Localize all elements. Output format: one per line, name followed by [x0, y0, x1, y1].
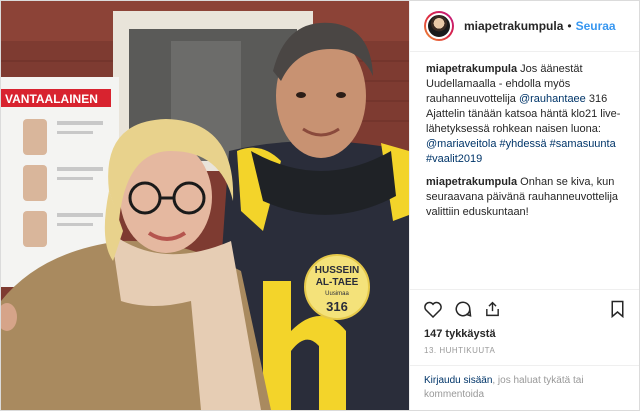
- badge-number: 316: [326, 299, 348, 314]
- likes-count[interactable]: 147 tykkäystä: [424, 328, 625, 340]
- post-sidebar: miapetrakumpula • Seuraa miapetrakumpula…: [409, 1, 639, 410]
- mention-link-1[interactable]: @rauhantaee: [519, 93, 586, 105]
- login-link[interactable]: Kirjaudu sisään: [424, 375, 492, 386]
- badge-name-line2: AL-TAEE: [316, 277, 359, 288]
- share-icon[interactable]: [484, 300, 501, 318]
- comment-item: miapetrakumpula Onhan se kiva, kun seura…: [426, 175, 623, 220]
- comment-icon[interactable]: [454, 300, 472, 318]
- badge-party: Uusimaa: [325, 291, 349, 297]
- follow-button[interactable]: Seuraa: [576, 19, 616, 33]
- comments-area: miapetrakumpula Jos äänestät Uudellamaal…: [410, 52, 639, 289]
- header-separator: •: [567, 18, 572, 33]
- comment-username[interactable]: miapetrakumpula: [426, 176, 517, 188]
- action-icons: [424, 298, 625, 320]
- caption-username[interactable]: miapetrakumpula: [426, 63, 517, 75]
- bookmark-icon[interactable]: [610, 300, 625, 318]
- post-header: miapetrakumpula • Seuraa: [410, 1, 639, 52]
- badge-name-line1: HUSSEIN: [315, 265, 359, 276]
- photo-illustration: VANTAALAINEN HUSSEIN AL-TAEE Uusimaa 316: [1, 1, 409, 410]
- post-photo[interactable]: VANTAALAINEN HUSSEIN AL-TAEE Uusimaa 316: [1, 1, 409, 410]
- avatar-image: [426, 12, 452, 39]
- caption: miapetrakumpula Jos äänestät Uudellamaal…: [426, 62, 623, 167]
- login-prompt: Kirjaudu sisään, jos haluat tykätä tai k…: [410, 365, 639, 410]
- header-username[interactable]: miapetrakumpula: [464, 19, 563, 33]
- instagram-post: VANTAALAINEN HUSSEIN AL-TAEE Uusimaa 316…: [0, 0, 640, 411]
- heart-icon[interactable]: [424, 301, 442, 318]
- sign-title: VANTAALAINEN: [5, 92, 98, 106]
- avatar[interactable]: [424, 10, 454, 41]
- actions-bar: 147 tykkäystä 13. huhtikuuta: [410, 289, 639, 355]
- post-date: 13. huhtikuuta: [424, 346, 496, 355]
- mention-link-2[interactable]: @mariaveitola: [426, 138, 496, 150]
